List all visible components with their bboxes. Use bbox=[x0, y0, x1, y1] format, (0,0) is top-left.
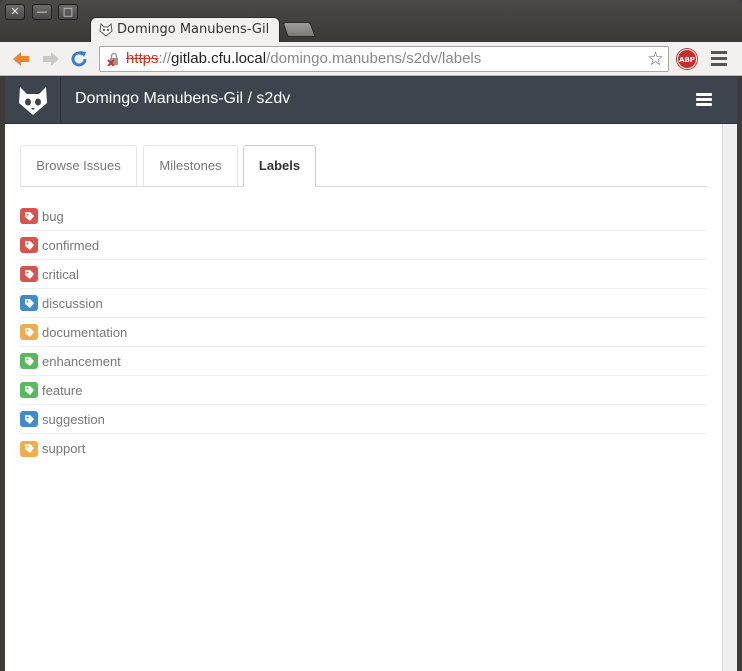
browser-tab[interactable]: Domingo Manubens-Gil bbox=[90, 17, 280, 42]
label-name[interactable]: suggestion bbox=[42, 412, 105, 427]
window-minimize-button[interactable]: — bbox=[32, 4, 52, 20]
tab-title: Domingo Manubens-Gil bbox=[117, 22, 270, 37]
label-item: confirmed bbox=[20, 231, 707, 260]
browser-window: ✕ — □ Domingo Manubens-Gil https://gitla… bbox=[0, 0, 742, 671]
url-scheme: https bbox=[126, 50, 159, 67]
new-tab-button[interactable] bbox=[282, 22, 316, 37]
main-content: Browse Issues Milestones Labels bug confi… bbox=[20, 145, 707, 463]
label-name[interactable]: discussion bbox=[42, 296, 103, 311]
label-item: documentation bbox=[20, 318, 707, 347]
url-host: gitlab.cfu.local bbox=[171, 50, 267, 67]
tag-icon bbox=[20, 266, 38, 282]
title-bar: ✕ — □ Domingo Manubens-Gil bbox=[0, 0, 742, 42]
label-name[interactable]: bug bbox=[42, 209, 64, 224]
label-item: suggestion bbox=[20, 405, 707, 434]
label-name[interactable]: documentation bbox=[42, 325, 127, 340]
project-title[interactable]: Domingo Manubens-Gil / s2dv bbox=[75, 90, 290, 108]
reload-icon[interactable] bbox=[68, 48, 90, 70]
label-item: feature bbox=[20, 376, 707, 405]
app-header: Domingo Manubens-Gil / s2dv bbox=[5, 77, 737, 124]
back-arrow-icon[interactable] bbox=[10, 48, 32, 70]
forward-arrow-icon[interactable] bbox=[40, 48, 62, 70]
label-item: enhancement bbox=[20, 347, 707, 376]
label-name[interactable]: critical bbox=[42, 267, 79, 282]
broken-lock-icon bbox=[107, 52, 118, 66]
vertical-scrollbar[interactable] bbox=[722, 124, 737, 671]
gitlab-cat-favicon-icon bbox=[99, 23, 113, 37]
label-item: critical bbox=[20, 260, 707, 289]
url-path: /domingo.manubens/s2dv/labels bbox=[266, 50, 482, 67]
gitlab-logo-icon[interactable] bbox=[5, 77, 61, 124]
browser-toolbar: https://gitlab.cfu.local/domingo.manuben… bbox=[0, 42, 742, 76]
tag-icon bbox=[20, 237, 38, 253]
label-name[interactable]: feature bbox=[42, 383, 82, 398]
label-item: bug bbox=[20, 202, 707, 231]
label-name[interactable]: support bbox=[42, 441, 85, 456]
label-item: support bbox=[20, 434, 707, 463]
adblock-plus-button[interactable]: ABP bbox=[677, 49, 697, 69]
tag-icon bbox=[20, 208, 38, 224]
browser-menu-icon[interactable] bbox=[711, 51, 727, 69]
tag-icon bbox=[20, 411, 38, 427]
window-close-button[interactable]: ✕ bbox=[5, 4, 25, 20]
issues-tab-bar: Browse Issues Milestones Labels bbox=[20, 145, 707, 187]
label-name[interactable]: enhancement bbox=[42, 354, 121, 369]
tab-labels[interactable]: Labels bbox=[243, 145, 316, 187]
window-maximize-button[interactable]: □ bbox=[58, 4, 78, 20]
tag-icon bbox=[20, 440, 38, 457]
page-viewport: Domingo Manubens-Gil / s2dv Browse Issue… bbox=[5, 77, 737, 671]
label-list: bug confirmed critical discussion documentat… bbox=[20, 202, 707, 463]
address-bar[interactable]: https://gitlab.cfu.local/domingo.manuben… bbox=[99, 46, 669, 72]
bookmark-star-icon[interactable]: ☆ bbox=[647, 48, 664, 70]
tag-icon bbox=[20, 382, 38, 398]
hamburger-menu-icon[interactable] bbox=[696, 93, 712, 108]
tab-milestones[interactable]: Milestones bbox=[143, 145, 238, 186]
label-name[interactable]: confirmed bbox=[42, 238, 99, 253]
tag-icon bbox=[20, 295, 38, 311]
tab-browse-issues[interactable]: Browse Issues bbox=[20, 145, 137, 186]
url-separator: :// bbox=[158, 50, 172, 67]
url-text: https://gitlab.cfu.local/domingo.manuben… bbox=[126, 50, 481, 67]
tag-icon bbox=[20, 324, 38, 340]
tag-icon bbox=[20, 353, 38, 369]
label-item: discussion bbox=[20, 289, 707, 318]
